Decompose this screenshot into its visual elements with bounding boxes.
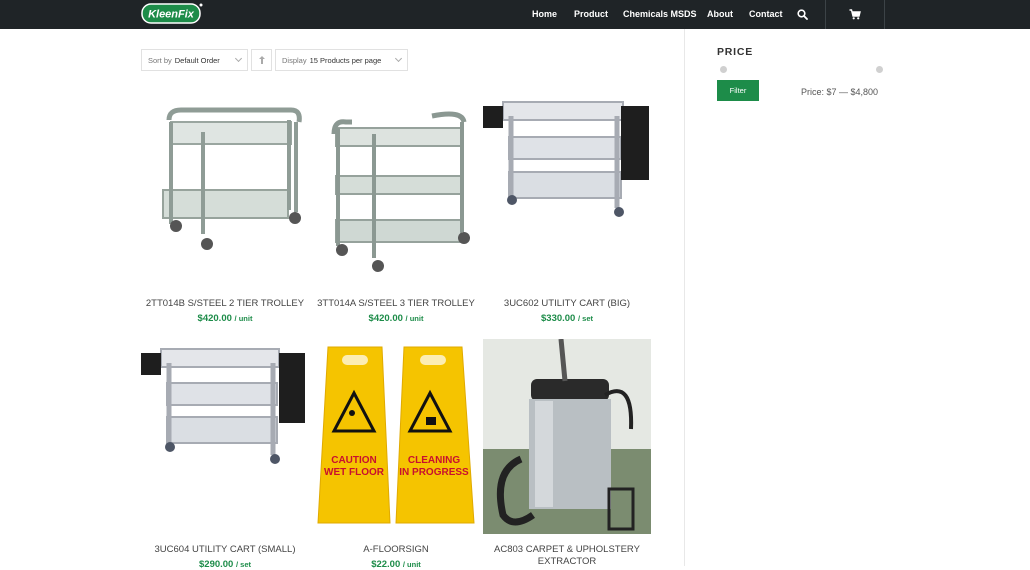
sign-text-right-1: CLEANING	[408, 455, 460, 466]
nav-about[interactable]: About	[707, 9, 733, 19]
product-image[interactable]	[483, 339, 651, 534]
sign-text-right-2: IN PROGRESS	[399, 467, 469, 478]
product-image[interactable]	[141, 92, 309, 282]
price-range-label: Price: $7 — $4,800	[801, 87, 879, 97]
product-name[interactable]: 3UC602 UTILITY CART (BIG)	[483, 298, 651, 310]
product-name[interactable]: AC803 CARPET & UPHOLSTERY EXTRACTOR	[483, 544, 651, 568]
display-count-select[interactable]: Display 15 Products per page	[275, 49, 408, 71]
product-name[interactable]: 3UC604 UTILITY CART (SMALL)	[141, 544, 309, 556]
price-value: $420.00	[197, 313, 232, 324]
product-price: $420.00 / unit	[141, 313, 309, 324]
nav-separator	[884, 0, 885, 29]
product-image[interactable]	[141, 339, 309, 534]
sort-value: Default Order	[174, 55, 220, 65]
chevron-down-icon	[234, 54, 243, 63]
price-unit: / set	[577, 314, 593, 323]
nav-home[interactable]: Home	[532, 9, 557, 19]
chevron-down-icon	[394, 54, 403, 63]
nav-contact[interactable]: Contact	[749, 9, 783, 19]
price-unit: / unit	[402, 560, 421, 569]
product-price: $420.00 / unit	[312, 313, 480, 324]
product-image[interactable]	[312, 92, 480, 282]
price-unit: / unit	[234, 314, 253, 323]
nav-chemicals-msds[interactable]: Chemicals MSDS	[623, 9, 697, 19]
display-prefix: Display	[282, 55, 307, 65]
price-value: $22.00	[371, 559, 401, 570]
price-slider-min-handle[interactable]	[720, 66, 727, 73]
sort-direction-button[interactable]	[251, 49, 272, 71]
product-name[interactable]: 3TT014A S/STEEL 3 TIER TROLLEY	[312, 298, 480, 310]
logo-text: KleenFix	[148, 9, 195, 21]
product-name[interactable]: 2TT014B S/STEEL 2 TIER TROLLEY	[141, 298, 309, 310]
price-filter-title: PRICE	[717, 46, 754, 58]
product-name[interactable]: A-FLOORSIGN	[312, 544, 480, 556]
product-price: $22.00 / unit	[312, 559, 480, 570]
price-value: $330.00	[541, 313, 576, 324]
price-unit: / set	[235, 560, 251, 569]
search-icon[interactable]	[797, 9, 808, 20]
price-slider-max-handle[interactable]	[876, 66, 883, 73]
top-navigation-bar: KleenFix Home Product Chemicals MSDS Abo…	[0, 0, 1030, 29]
product-price: $290.00 / set	[141, 559, 309, 570]
product-image[interactable]	[483, 92, 651, 282]
display-value: 15 Products per page	[309, 55, 382, 65]
price-value: $420.00	[368, 313, 403, 324]
sign-text-left-2: WET FLOOR	[324, 467, 385, 478]
sidebar-divider	[684, 29, 685, 566]
sort-prefix: Sort by	[148, 55, 172, 65]
arrow-up-icon	[258, 56, 265, 64]
nav-product[interactable]: Product	[574, 9, 608, 19]
sign-text-left-1: CAUTION	[331, 455, 377, 466]
product-price: $330.00 / set	[483, 313, 651, 324]
sort-select[interactable]: Sort by Default Order	[141, 49, 248, 71]
price-value: $290.00	[199, 559, 234, 570]
filter-button[interactable]: Filter	[717, 80, 759, 101]
nav-separator	[825, 0, 826, 29]
price-unit: / unit	[405, 314, 424, 323]
cart-icon[interactable]	[849, 9, 861, 20]
product-image[interactable]: CAUTION WET FLOOR CLEANING IN PROGRESS	[312, 339, 480, 534]
kleenfix-logo[interactable]: KleenFix	[141, 3, 203, 24]
